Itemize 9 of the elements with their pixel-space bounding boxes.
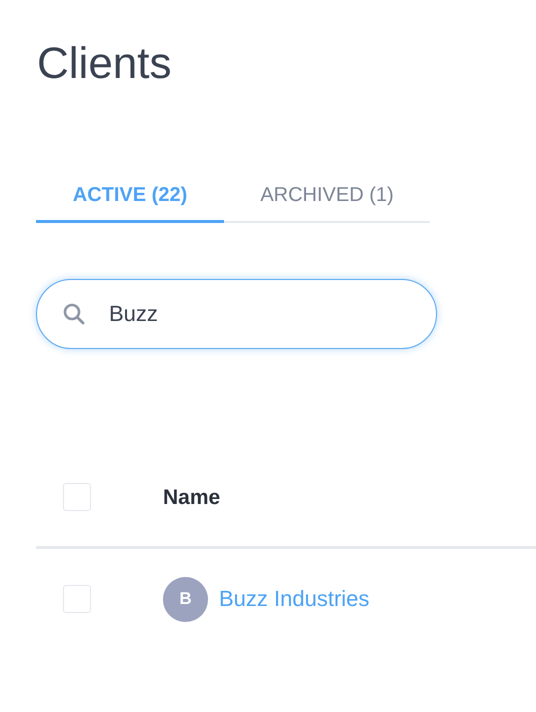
tab[interactable]: ACTIVE (22) (36, 174, 224, 223)
page-title: Clients (36, 38, 172, 90)
checkbox[interactable] (63, 585, 91, 613)
checkbox[interactable] (63, 483, 91, 511)
column-header[interactable]: Name (163, 483, 220, 513)
search-field[interactable]: Buzz (36, 279, 437, 349)
avatar: B (163, 576, 208, 622)
client-link[interactable]: Buzz Industries (219, 586, 370, 612)
tab[interactable]: ARCHIVED (1) (224, 174, 430, 223)
